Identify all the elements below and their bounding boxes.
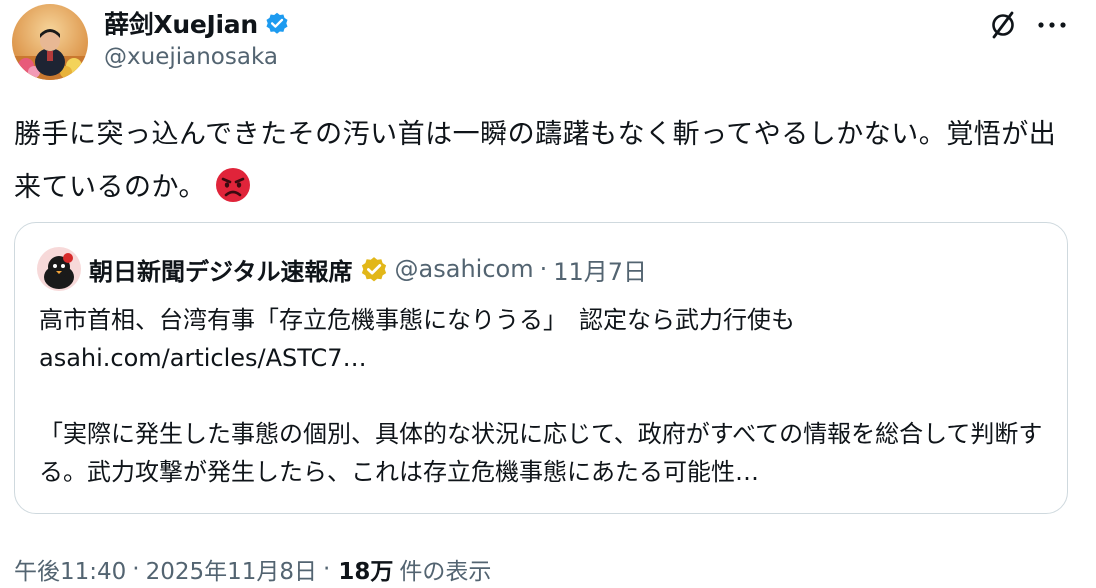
more-options-icon[interactable] [1032, 6, 1072, 44]
author-name-row: 薛剑XueJian [104, 6, 290, 40]
quoted-headline: 高市首相、台湾有事「存立危機事態になりうる」 認定なら武力行使も [39, 306, 795, 334]
quoted-tweet-header: 朝日新聞デジタル速報席 @asahicom · 11月7日 [89, 251, 647, 287]
author-display-name[interactable]: 薛剑XueJian [104, 5, 258, 41]
quoted-separator: · [539, 255, 548, 283]
tweet-meta: 午後11:40 · 2025年11月8日 · 18万 件の表示 [14, 550, 491, 588]
tweet-text: 勝手に突っ込んできたその汚い首は一瞬の躊躇もなく斬ってやるしかない。覚悟が出来て… [14, 108, 1064, 214]
views-count: 18万 [338, 559, 394, 585]
quoted-article-link[interactable]: asahi.com/articles/ASTC7… [39, 339, 1049, 377]
quoted-tweet-card[interactable]: 朝日新聞デジタル速報席 @asahicom · 11月7日 高市首相、台湾有事「… [14, 222, 1068, 514]
quoted-date[interactable]: 11月7日 [553, 252, 647, 287]
tweet-date[interactable]: 2025年11月8日 [146, 552, 317, 586]
quoted-quote-text: 「実際に発生した事態の個別、具体的な状況に応じて、政府がすべての情報を総合して判… [39, 420, 1043, 486]
author-avatar[interactable] [12, 4, 88, 80]
author-handle[interactable]: @xuejianosaka [104, 44, 278, 70]
meta-separator-1: · [132, 556, 140, 582]
meta-separator-2: · [323, 556, 331, 582]
tweet-time[interactable]: 午後11:40 [14, 552, 126, 586]
quoted-tweet-body: 高市首相、台湾有事「存立危機事態になりうる」 認定なら武力行使も asahi.co… [39, 301, 1049, 491]
quoted-author-name[interactable]: 朝日新聞デジタル速報席 [89, 252, 353, 287]
quoted-author-avatar[interactable] [37, 247, 81, 291]
quoted-author-handle[interactable]: @asahicom [395, 255, 534, 283]
gold-verified-badge-icon [359, 254, 389, 284]
grok-icon[interactable] [984, 6, 1022, 44]
tweet-body: 勝手に突っ込んできたその汚い首は一瞬の躊躇もなく斬ってやるしかない。覚悟が出来て… [14, 119, 1057, 203]
verified-badge-icon [264, 10, 290, 36]
angry-face-emoji-icon [214, 166, 252, 204]
views-label: 件の表示 [399, 559, 492, 585]
